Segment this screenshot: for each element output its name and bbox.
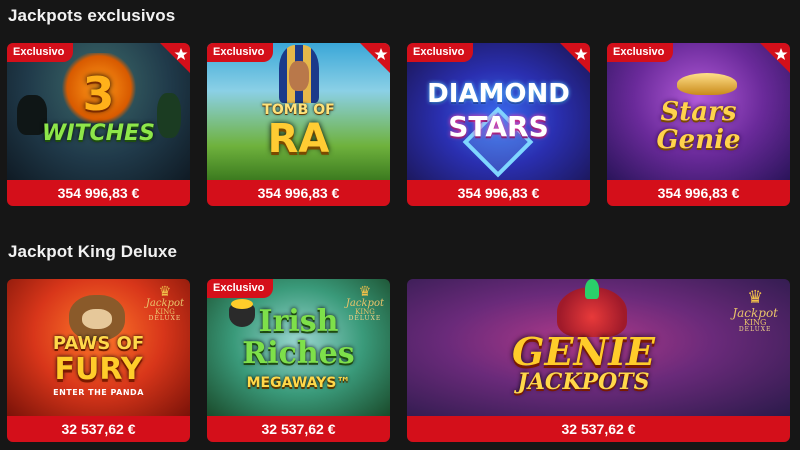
game-logo-line1: PAWS OF [52, 333, 145, 354]
section-title-jackpot-king-deluxe: Jackpot King Deluxe [8, 242, 178, 261]
section-title-exclusive-jackpots: Jackpots exclusivos [8, 6, 176, 25]
game-logo-line2: FURY [54, 352, 143, 387]
game-logo-line2: Riches [242, 336, 355, 371]
pokerstars-star-icon [550, 43, 590, 83]
crown-icon: ♛ [747, 287, 764, 308]
game-logo-subtitle: MEGAWAYS™ [246, 375, 351, 391]
pokerstars-star-icon [350, 43, 390, 83]
jackpot-amount: 32 537,62 € [7, 416, 190, 442]
jackpot-king-emblem: ♛ Jackpot KING DELUXE [146, 285, 184, 322]
game-logo-line2: WITCHES [42, 121, 155, 146]
jackpot-amount: 354 996,83 € [207, 180, 390, 206]
crown-icon: ♛ [358, 284, 372, 300]
jackpot-king-emblem: ♛ Jackpot KING DELUXE [346, 285, 384, 322]
game-logo-line1: TOMB OF [262, 102, 335, 118]
emblem-tag: DELUXE [148, 315, 182, 322]
game-logo-line2: RA [267, 116, 330, 162]
game-card-stars-genie[interactable]: Stars Genie Exclusivo 354 996,83 € [607, 43, 790, 206]
game-logo-subtitle: ENTER THE PANDA [53, 388, 144, 397]
game-card-genie-jackpots[interactable]: GENIE JACKPOTS ♛ Jackpot KING DELUXE 32 … [407, 279, 790, 442]
exclusive-badge: Exclusivo [7, 43, 74, 62]
crown-icon: ♛ [158, 284, 172, 300]
exclusive-badge: Exclusivo [407, 43, 474, 62]
game-card-paws-of-fury[interactable]: PAWS OF FURY ENTER THE PANDA ♛ Jackpot K… [7, 279, 190, 442]
jackpot-amount: 32 537,62 € [207, 416, 390, 442]
exclusive-badge: Exclusivo [607, 43, 674, 62]
game-logo-line2: Genie [656, 125, 741, 155]
exclusive-badge: Exclusivo [207, 279, 274, 298]
game-card-diamond-stars[interactable]: DIAMOND STARS Exclusivo 354 996,83 € [407, 43, 590, 206]
game-card-irish-riches-megaways[interactable]: Irish Riches MEGAWAYS™ Exclusivo ♛ Jackp… [207, 279, 390, 442]
game-logo-line2: STARS [448, 110, 549, 143]
jackpot-amount: 354 996,83 € [407, 180, 590, 206]
game-card-tomb-of-ra[interactable]: TOMB OF RA Exclusivo 354 996,83 € [207, 43, 390, 206]
jackpot-amount: 32 537,62 € [407, 416, 790, 442]
exclusive-badge: Exclusivo [207, 43, 274, 62]
jackpot-amount: 354 996,83 € [7, 180, 190, 206]
game-logo-line1: GENIE [512, 329, 655, 374]
jackpot-amount: 354 996,83 € [607, 180, 790, 206]
emblem-tag: DELUXE [348, 315, 382, 322]
jackpot-king-emblem: ♛ Jackpot KING DELUXE [732, 289, 778, 333]
emblem-tag: DELUXE [738, 326, 772, 333]
game-logo-line1: Stars [660, 97, 737, 127]
game-card-3-witches[interactable]: 3 WITCHES Exclusivo 354 996,83 € [7, 43, 190, 206]
pokerstars-star-icon [150, 43, 190, 83]
pokerstars-star-icon [750, 43, 790, 83]
game-logo-line2: JACKPOTS [517, 369, 650, 395]
game-logo-line1: DIAMOND [427, 79, 570, 109]
